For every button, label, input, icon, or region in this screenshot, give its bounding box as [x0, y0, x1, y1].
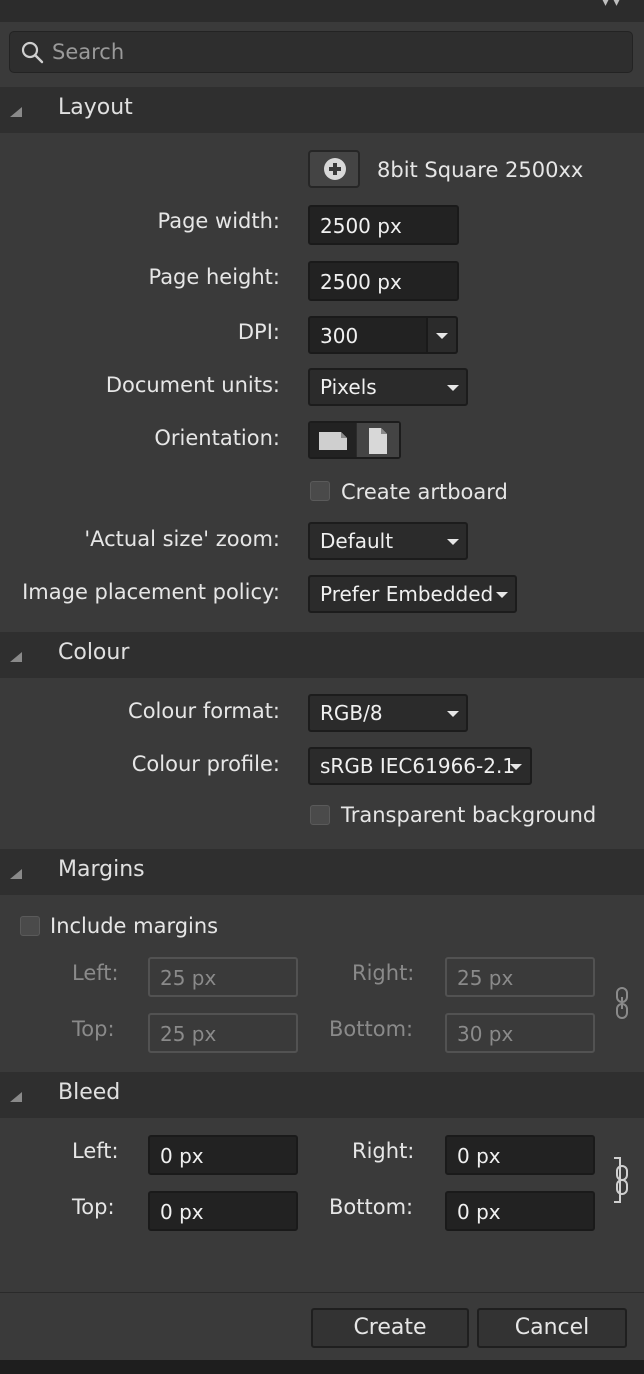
- margin-right-label: Right:: [352, 961, 415, 985]
- plus-circle-icon: [324, 158, 346, 180]
- page-width-label: Page width:: [157, 209, 280, 233]
- actual-size-zoom-dropdown[interactable]: Default: [308, 522, 468, 560]
- colour-format-label: Colour format:: [128, 699, 280, 723]
- document-units-label: Document units:: [105, 373, 280, 397]
- bleed-left-field[interactable]: 0 px: [148, 1135, 298, 1175]
- chevron-down-icon: [510, 764, 522, 770]
- bleed-right-field[interactable]: 0 px: [445, 1135, 595, 1175]
- preset-name: 8bit Square 2500xx: [377, 158, 584, 182]
- image-placement-value: Prefer Embedded: [320, 582, 494, 606]
- dpi-dropdown-button[interactable]: [428, 316, 458, 354]
- margin-bottom-label: Bottom:: [329, 1017, 414, 1041]
- orientation-landscape-button[interactable]: [310, 423, 356, 457]
- close-icon[interactable]: ▾▾: [602, 0, 624, 10]
- portrait-page-icon: [369, 428, 387, 454]
- orientation-label: Orientation:: [154, 426, 280, 450]
- bleed-right-label: Right:: [352, 1139, 415, 1163]
- add-preset-button[interactable]: [308, 150, 360, 188]
- page-height-field[interactable]: 2500 px: [308, 261, 459, 301]
- section-title: Margins: [58, 857, 145, 882]
- orientation-portrait-button[interactable]: [357, 423, 399, 457]
- include-margins-label: Include margins: [50, 914, 219, 938]
- bleed-link-chain-icon[interactable]: [612, 1156, 632, 1204]
- chevron-down-icon: [496, 592, 508, 598]
- image-placement-dropdown[interactable]: Prefer Embedded: [308, 575, 517, 613]
- section-header-bleed[interactable]: Bleed: [0, 1072, 644, 1118]
- footer-divider: [0, 1292, 644, 1293]
- actual-size-zoom-value: Default: [320, 529, 394, 553]
- bleed-top-label: Top:: [72, 1195, 115, 1219]
- create-button[interactable]: Create: [311, 1308, 469, 1348]
- colour-profile-dropdown[interactable]: sRGB IEC61966-2.1: [308, 747, 532, 785]
- collapse-triangle-icon: [10, 652, 22, 662]
- search-icon: [21, 41, 44, 64]
- colour-profile-value: sRGB IEC61966-2.1: [320, 754, 516, 778]
- page-height-label: Page height:: [148, 265, 280, 289]
- margins-link-chain-icon[interactable]: [614, 986, 630, 1020]
- orientation-toggle[interactable]: [308, 421, 401, 459]
- collapse-triangle-icon: [10, 869, 22, 879]
- include-margins-checkbox[interactable]: [20, 916, 40, 936]
- landscape-page-icon: [319, 432, 347, 450]
- transparent-background-label: Transparent background: [341, 803, 597, 827]
- bleed-top-field[interactable]: 0 px: [148, 1191, 298, 1231]
- margin-left-field[interactable]: 25 px: [148, 957, 298, 997]
- section-title: Layout: [58, 95, 133, 120]
- search-box[interactable]: [9, 31, 633, 73]
- document-units-dropdown[interactable]: Pixels: [308, 368, 468, 406]
- margin-right-field[interactable]: 25 px: [445, 957, 595, 997]
- bleed-bottom-field[interactable]: 0 px: [445, 1191, 595, 1231]
- chevron-down-icon: [447, 539, 459, 545]
- section-header-layout[interactable]: Layout: [0, 87, 644, 133]
- actual-size-zoom-label: 'Actual size' zoom:: [84, 527, 280, 551]
- dpi-label: DPI:: [237, 320, 280, 344]
- bottom-edge: [0, 1360, 644, 1374]
- collapse-triangle-icon: [10, 107, 22, 117]
- image-placement-label: Image placement policy:: [22, 580, 280, 604]
- create-artboard-label: Create artboard: [341, 480, 508, 504]
- section-header-margins[interactable]: Margins: [0, 849, 644, 895]
- colour-format-dropdown[interactable]: RGB/8: [308, 694, 468, 732]
- create-artboard-checkbox[interactable]: [310, 481, 330, 501]
- chevron-down-icon: [447, 385, 459, 391]
- colour-format-value: RGB/8: [320, 701, 383, 725]
- dpi-value[interactable]: 300: [308, 316, 428, 354]
- page-width-field[interactable]: 2500 px: [308, 205, 459, 245]
- margin-top-field[interactable]: 25 px: [148, 1013, 298, 1053]
- title-strip: [0, 0, 644, 22]
- margin-left-label: Left:: [72, 961, 119, 985]
- bleed-bottom-label: Bottom:: [329, 1195, 414, 1219]
- section-title: Colour: [58, 640, 130, 665]
- bleed-left-label: Left:: [72, 1139, 119, 1163]
- section-header-colour[interactable]: Colour: [0, 632, 644, 678]
- document-units-value: Pixels: [320, 375, 377, 399]
- search-input[interactable]: [52, 32, 612, 72]
- colour-profile-label: Colour profile:: [131, 752, 280, 776]
- section-title: Bleed: [58, 1080, 121, 1105]
- transparent-background-checkbox[interactable]: [310, 805, 330, 825]
- chevron-down-icon: [436, 333, 448, 339]
- collapse-triangle-icon: [10, 1092, 22, 1102]
- dpi-combo[interactable]: 300: [308, 316, 459, 354]
- chevron-down-icon: [447, 711, 459, 717]
- cancel-button[interactable]: Cancel: [477, 1308, 627, 1348]
- margin-bottom-field[interactable]: 30 px: [445, 1013, 595, 1053]
- margin-top-label: Top:: [72, 1017, 115, 1041]
